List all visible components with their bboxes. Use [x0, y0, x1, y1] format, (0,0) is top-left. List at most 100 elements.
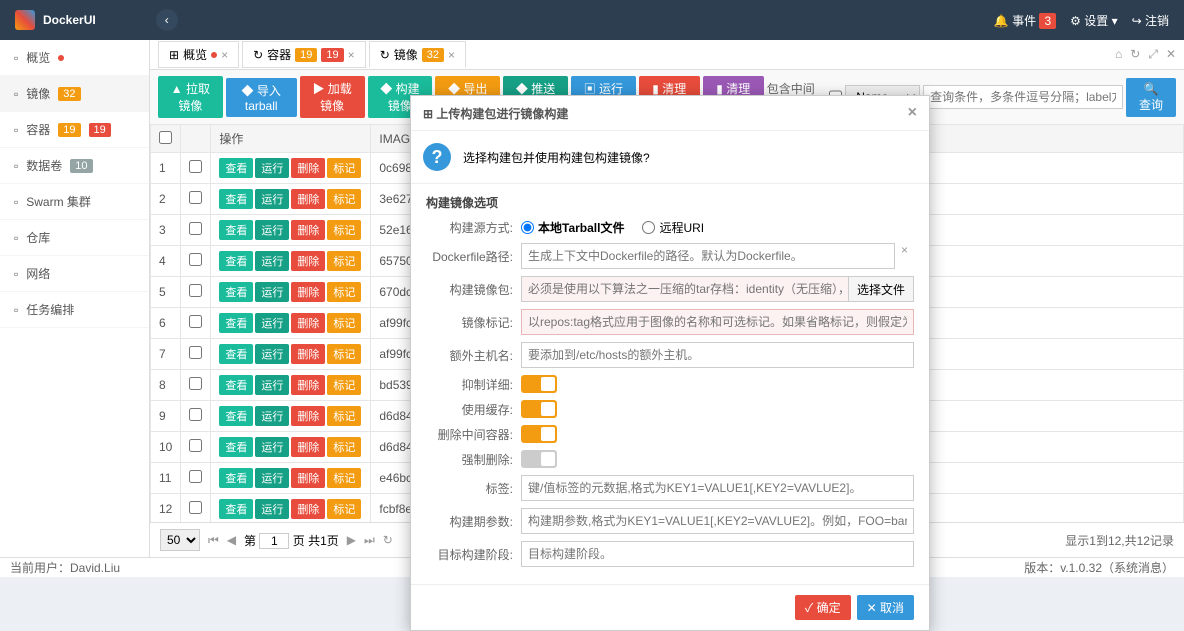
run-button[interactable]: 运行: [255, 220, 289, 240]
select-all[interactable]: [159, 131, 172, 144]
tab-容器[interactable]: ↻容器1919×: [242, 41, 366, 68]
suppress-switch[interactable]: [521, 375, 557, 393]
run-button[interactable]: 运行: [255, 406, 289, 426]
del-button[interactable]: 删除: [291, 499, 325, 519]
del-button[interactable]: 删除: [291, 375, 325, 395]
sidebar-item-container[interactable]: ▫容器1919: [0, 112, 149, 148]
host-input[interactable]: [521, 342, 914, 368]
row-check[interactable]: [189, 222, 202, 235]
row-check[interactable]: [189, 253, 202, 266]
row-check[interactable]: [189, 160, 202, 173]
tab-home-icon[interactable]: ⌂: [1115, 47, 1122, 62]
del-button[interactable]: 删除: [291, 158, 325, 178]
events-link[interactable]: 🔔 事件 3: [994, 12, 1056, 29]
tab-close-icon[interactable]: ×: [448, 48, 455, 62]
sidebar-item-image[interactable]: ▫镜像32: [0, 76, 149, 112]
view-button[interactable]: 查看: [219, 189, 253, 209]
pager-first[interactable]: ⏮: [208, 533, 219, 548]
run-button[interactable]: 运行: [255, 251, 289, 271]
row-check[interactable]: [189, 284, 202, 297]
tab-镜像[interactable]: ↻镜像32×: [369, 41, 466, 68]
pager-next[interactable]: ▶: [347, 533, 356, 547]
clear-icon[interactable]: ×: [895, 243, 914, 269]
cache-switch[interactable]: [521, 400, 557, 418]
sidebar-item-volume[interactable]: ▫数据卷10: [0, 148, 149, 184]
del-button[interactable]: 删除: [291, 313, 325, 333]
del-button[interactable]: 删除: [291, 344, 325, 364]
run-button[interactable]: 运行: [255, 158, 289, 178]
sidebar-item-task[interactable]: ▫任务编排: [0, 292, 149, 328]
tag-input[interactable]: [521, 309, 914, 335]
tab-close-icon[interactable]: ×: [348, 48, 355, 62]
labels-input[interactable]: [521, 475, 914, 501]
del-button[interactable]: 删除: [291, 406, 325, 426]
del-button[interactable]: 删除: [291, 189, 325, 209]
tab-refresh-icon[interactable]: ↻: [1130, 47, 1140, 62]
run-button[interactable]: 运行: [255, 344, 289, 364]
radio-uri[interactable]: 远程URI: [642, 219, 704, 236]
tab-close-icon[interactable]: ×: [221, 48, 228, 62]
toolbar-btn[interactable]: ▶ 加载镜像: [300, 76, 365, 118]
row-check[interactable]: [189, 315, 202, 328]
tab-close-icon[interactable]: ✕: [1166, 47, 1176, 62]
del-button[interactable]: 删除: [291, 282, 325, 302]
sidebar-toggle[interactable]: ‹: [156, 9, 178, 31]
del-button[interactable]: 删除: [291, 437, 325, 457]
tag-button[interactable]: 标记: [327, 406, 361, 426]
toolbar-btn[interactable]: ▲ 拉取镜像: [158, 76, 223, 118]
run-button[interactable]: 运行: [255, 437, 289, 457]
rm-switch[interactable]: [521, 425, 557, 443]
logout-link[interactable]: ↪ 注销: [1132, 12, 1169, 29]
tag-button[interactable]: 标记: [327, 499, 361, 519]
stage-input[interactable]: [521, 541, 914, 567]
row-check[interactable]: [189, 501, 202, 514]
tag-button[interactable]: 标记: [327, 468, 361, 488]
view-button[interactable]: 查看: [219, 313, 253, 333]
args-input[interactable]: [521, 508, 914, 534]
view-button[interactable]: 查看: [219, 437, 253, 457]
choose-file-button[interactable]: 选择文件: [848, 276, 914, 302]
radio-tarball[interactable]: 本地Tarball文件: [521, 219, 624, 236]
row-check[interactable]: [189, 470, 202, 483]
pkg-input[interactable]: [521, 276, 849, 302]
ok-button[interactable]: ✓ 确定: [795, 595, 851, 620]
tag-button[interactable]: 标记: [327, 344, 361, 364]
toolbar-btn[interactable]: ◆ 导入tarball: [226, 78, 297, 117]
row-check[interactable]: [189, 408, 202, 421]
page-size[interactable]: 50: [160, 529, 200, 551]
del-button[interactable]: 删除: [291, 220, 325, 240]
row-check[interactable]: [189, 191, 202, 204]
view-button[interactable]: 查看: [219, 375, 253, 395]
view-button[interactable]: 查看: [219, 158, 253, 178]
row-check[interactable]: [189, 439, 202, 452]
tag-button[interactable]: 标记: [327, 220, 361, 240]
tag-button[interactable]: 标记: [327, 251, 361, 271]
modal-close[interactable]: ×: [908, 104, 917, 122]
sidebar-item-network[interactable]: ▫网络: [0, 256, 149, 292]
tag-button[interactable]: 标记: [327, 375, 361, 395]
view-button[interactable]: 查看: [219, 406, 253, 426]
tag-button[interactable]: 标记: [327, 313, 361, 333]
run-button[interactable]: 运行: [255, 189, 289, 209]
tag-button[interactable]: 标记: [327, 189, 361, 209]
del-button[interactable]: 删除: [291, 251, 325, 271]
search-button[interactable]: 🔍 查询: [1126, 78, 1176, 117]
tab-expand-icon[interactable]: ⤢: [1148, 47, 1158, 62]
settings-link[interactable]: ⚙ 设置 ▾: [1070, 12, 1117, 29]
tag-button[interactable]: 标记: [327, 437, 361, 457]
dockerfile-input[interactable]: [521, 243, 895, 269]
pager-prev[interactable]: ◀: [227, 533, 236, 547]
view-button[interactable]: 查看: [219, 220, 253, 240]
sidebar-item-swarm[interactable]: ▫Swarm 集群: [0, 184, 149, 220]
run-button[interactable]: 运行: [255, 313, 289, 333]
del-button[interactable]: 删除: [291, 468, 325, 488]
run-button[interactable]: 运行: [255, 375, 289, 395]
view-button[interactable]: 查看: [219, 468, 253, 488]
view-button[interactable]: 查看: [219, 282, 253, 302]
sidebar-item-dashboard[interactable]: ▫概览: [0, 40, 149, 76]
cancel-button[interactable]: ✕ 取消: [857, 595, 914, 620]
row-check[interactable]: [189, 377, 202, 390]
run-button[interactable]: 运行: [255, 499, 289, 519]
tab-概览[interactable]: ⊞概览×: [158, 41, 239, 68]
pager-refresh[interactable]: ↻: [383, 533, 393, 547]
